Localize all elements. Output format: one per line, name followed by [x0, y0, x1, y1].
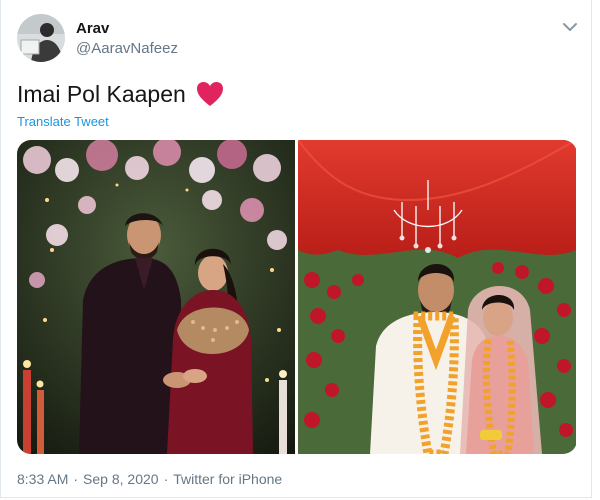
heart-icon [196, 82, 223, 106]
tweet-source[interactable]: Twitter for iPhone [173, 471, 282, 487]
tweet-time[interactable]: 8:33 AM [17, 471, 68, 487]
media-grid [17, 140, 577, 454]
engagement-photo[interactable] [17, 140, 295, 454]
tweet-timestamp: 8:33 AM · Sep 8, 2020 · Twitter for iPhone [17, 471, 283, 487]
avatar-image [17, 14, 65, 62]
username[interactable]: @AaravNafeez [76, 40, 178, 57]
chevron-down-icon[interactable] [561, 20, 579, 34]
avatar[interactable] [17, 14, 65, 62]
wedding-photo[interactable] [298, 140, 576, 454]
display-name[interactable]: Arav [76, 20, 109, 37]
tweet-text-row: Imai Pol Kaapen [17, 80, 224, 108]
tweet-card: Arav @AaravNafeez Imai Pol Kaapen Transl… [0, 0, 592, 498]
tweet-text: Imai Pol Kaapen [17, 81, 186, 107]
translate-tweet-link[interactable]: Translate Tweet [17, 114, 109, 129]
tweet-date[interactable]: Sep 8, 2020 [83, 471, 159, 487]
